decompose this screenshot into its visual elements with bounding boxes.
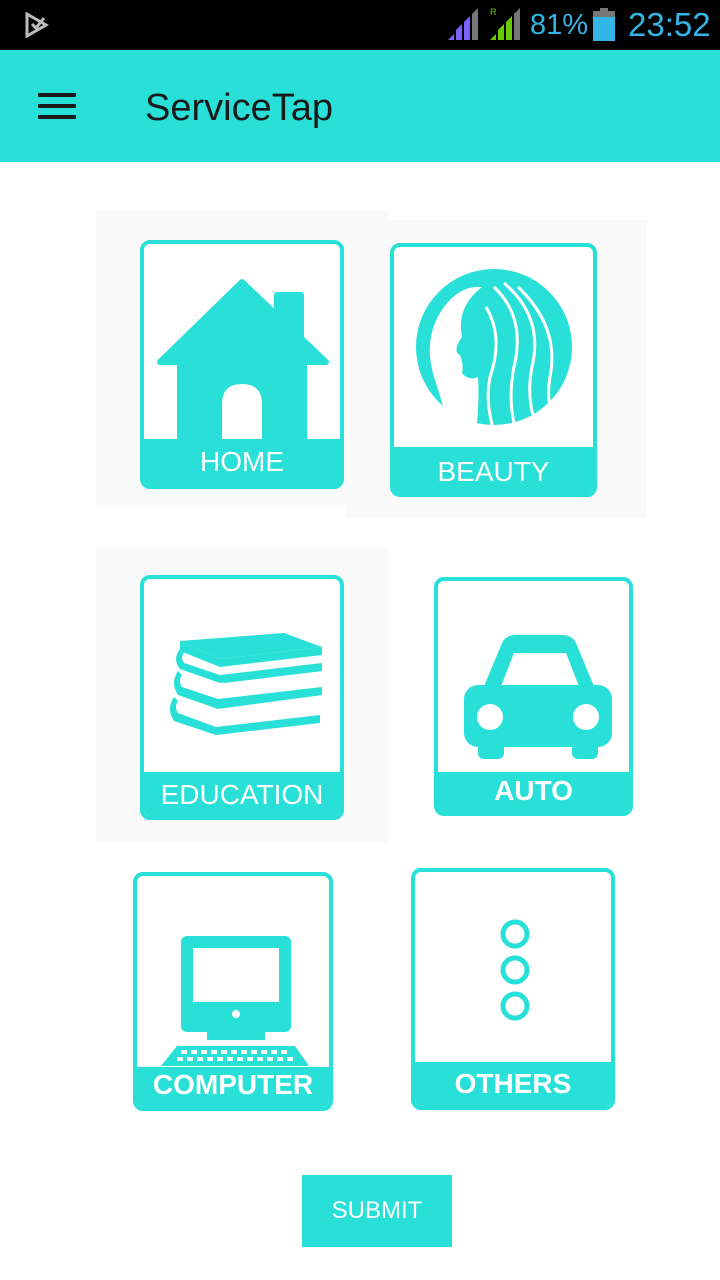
category-label: BEAUTY <box>394 447 593 493</box>
battery-icon <box>593 8 615 41</box>
submit-button[interactable]: SUBMIT <box>302 1175 452 1247</box>
menu-line <box>38 104 76 108</box>
house-icon <box>157 279 329 443</box>
category-beauty[interactable]: BEAUTY <box>390 243 597 497</box>
category-auto[interactable]: AUTO <box>434 577 633 816</box>
menu-line <box>38 115 76 119</box>
play-store-notification-icon <box>25 12 49 38</box>
category-label: AUTO <box>438 772 629 812</box>
car-icon <box>464 635 612 759</box>
clock: 23:52 <box>628 6 711 43</box>
category-label: COMPUTER <box>137 1067 329 1107</box>
svg-text:R: R <box>490 7 497 17</box>
category-label: HOME <box>144 439 340 485</box>
desktop-computer-icon <box>161 936 309 1066</box>
category-label: OTHERS <box>415 1062 611 1106</box>
category-others[interactable]: OTHERS <box>411 868 615 1110</box>
signal-strength-icon <box>448 8 478 40</box>
category-label: EDUCATION <box>144 772 340 816</box>
books-stack-icon <box>170 633 322 735</box>
status-bar: R 81% 23:52 <box>0 0 720 50</box>
app-title: ServiceTap <box>145 87 333 129</box>
battery-percent: 81% <box>530 9 589 41</box>
category-computer[interactable]: COMPUTER <box>133 872 333 1111</box>
woman-profile-icon <box>416 269 572 447</box>
more-dots-icon <box>500 919 530 1021</box>
app-bar: ServiceTap <box>0 50 720 162</box>
roaming-signal-icon: R <box>490 7 520 40</box>
hamburger-menu-icon[interactable] <box>22 76 92 136</box>
category-home[interactable]: HOME <box>140 240 344 489</box>
menu-line <box>38 93 76 97</box>
category-education[interactable]: EDUCATION <box>140 575 344 820</box>
